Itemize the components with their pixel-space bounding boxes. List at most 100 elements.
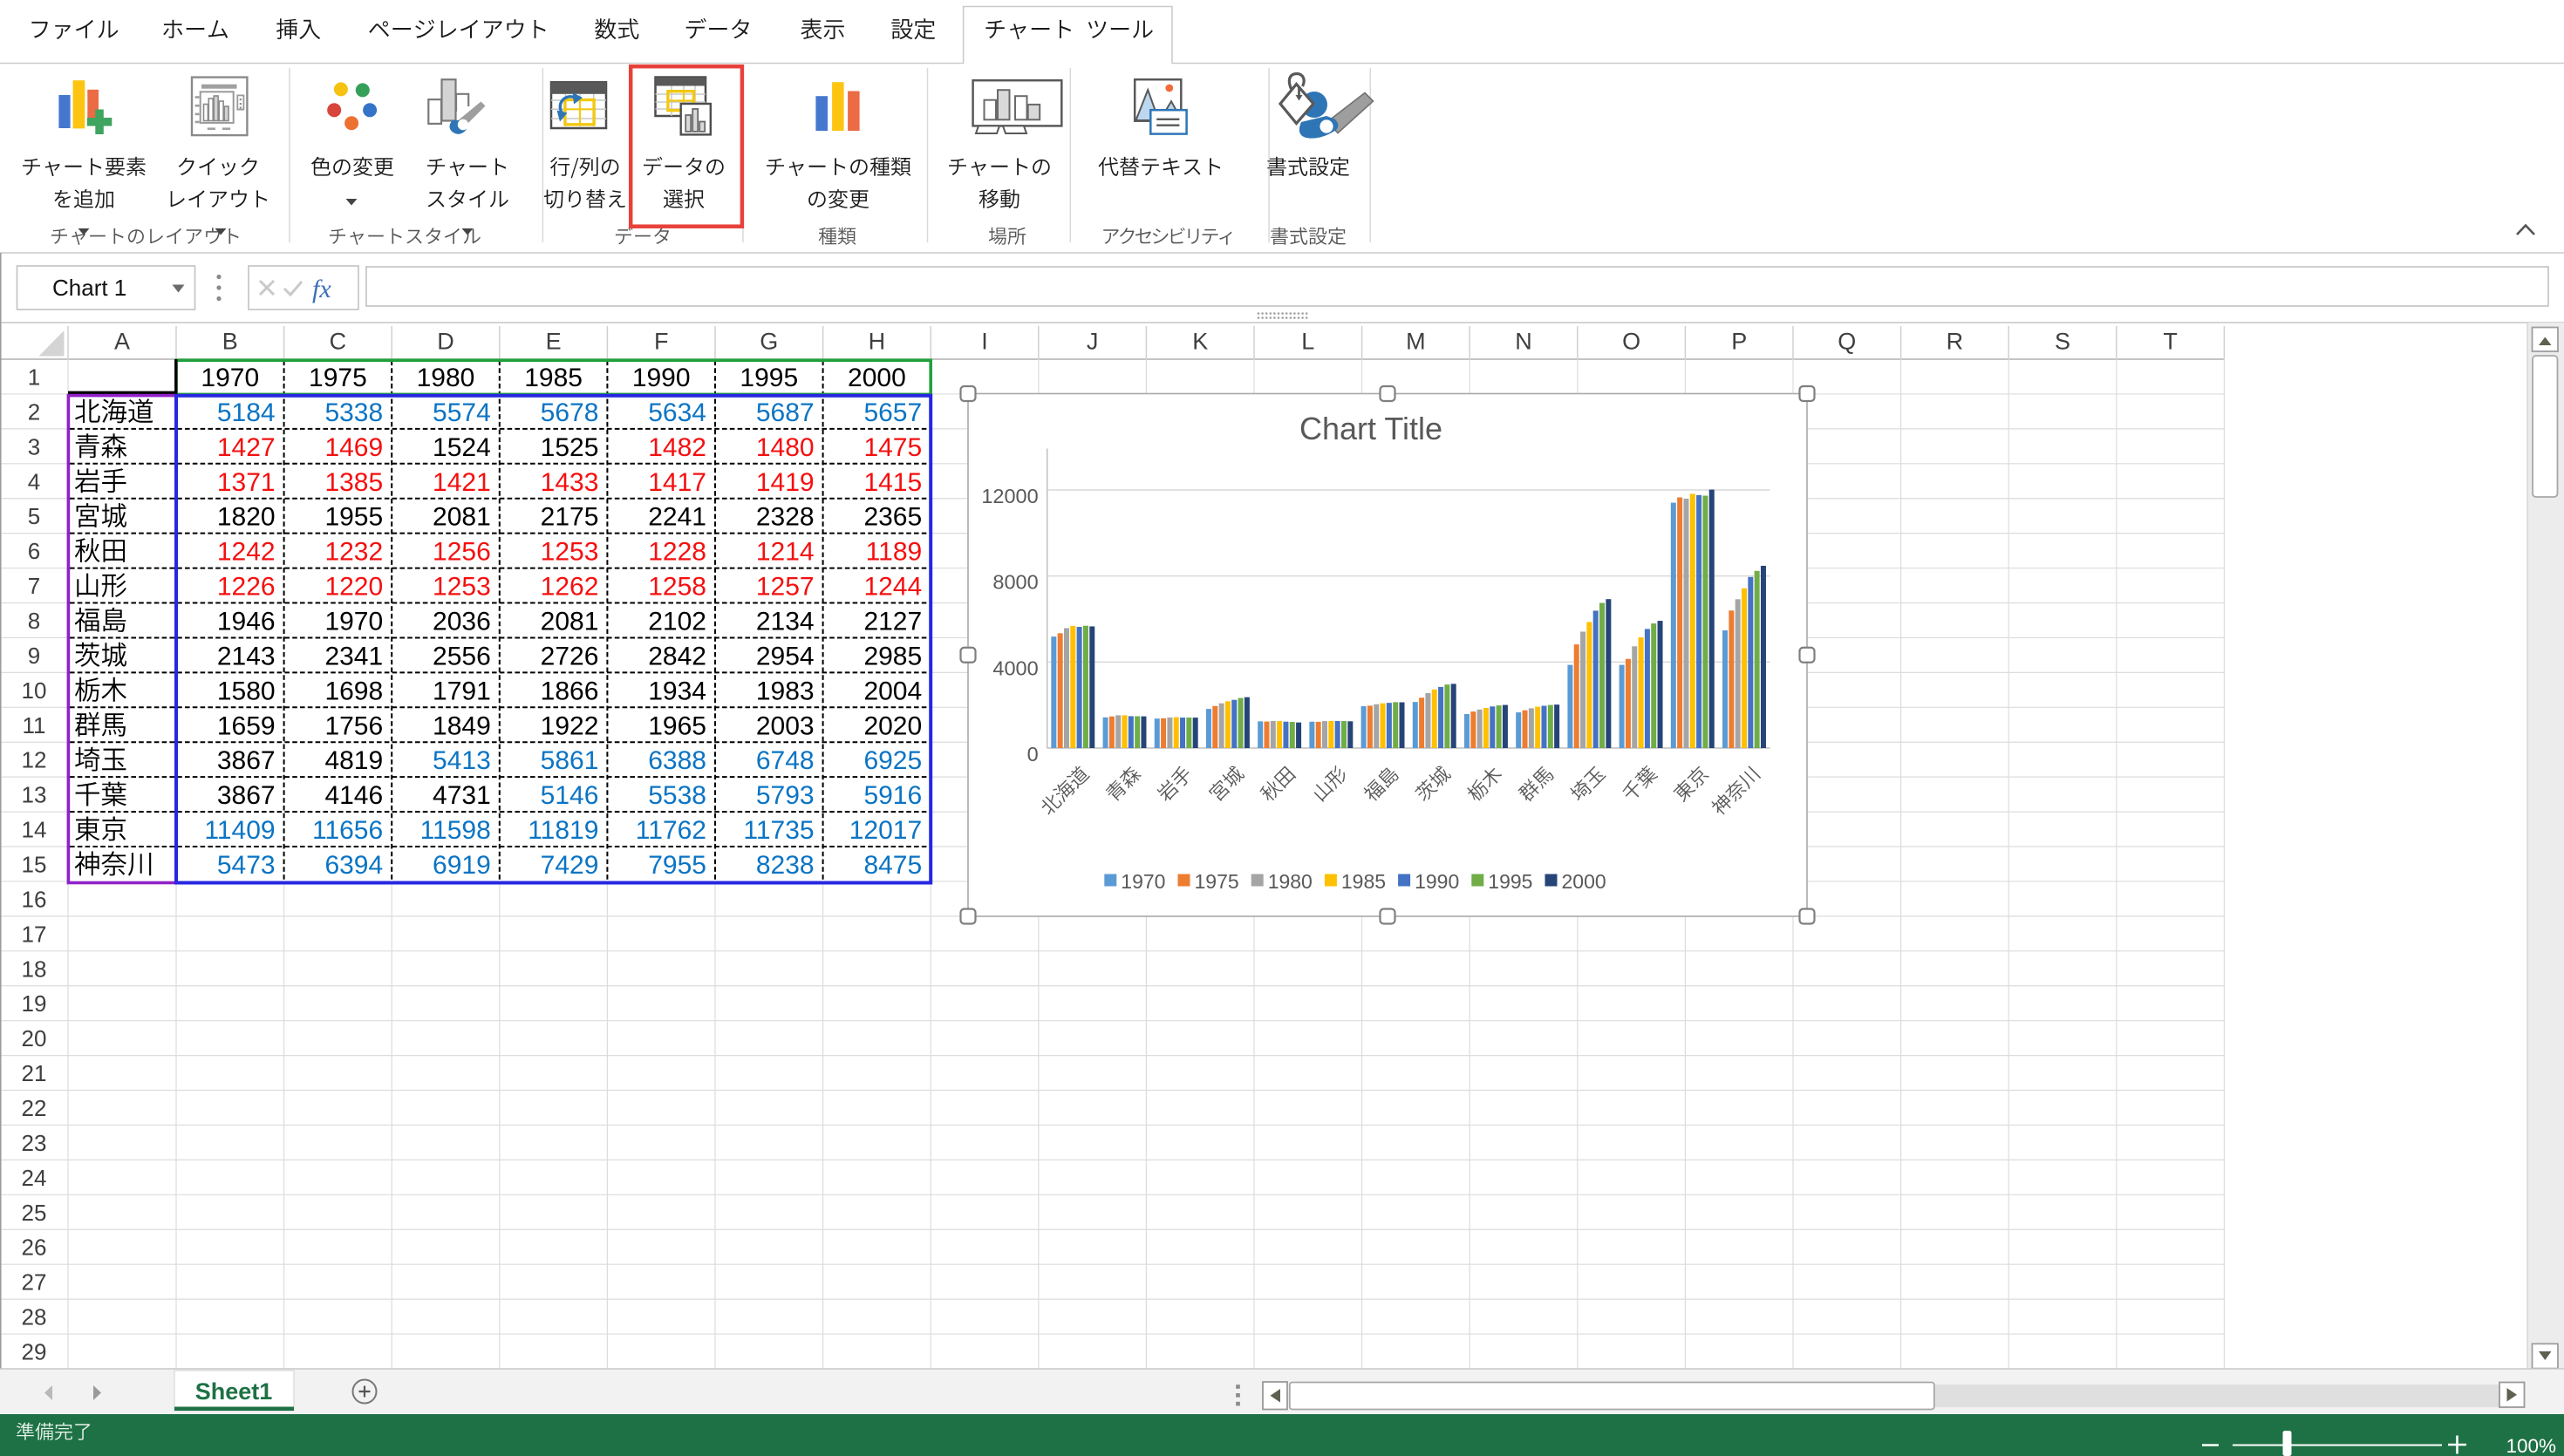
svg-text:1480: 1480 — [756, 433, 815, 462]
svg-text:F: F — [654, 329, 669, 355]
svg-text:5338: 5338 — [324, 398, 383, 427]
svg-text:1253: 1253 — [541, 538, 599, 567]
svg-text:1417: 1417 — [648, 468, 706, 497]
svg-text:2102: 2102 — [648, 607, 706, 636]
svg-text:2020: 2020 — [863, 711, 922, 740]
svg-text:1226: 1226 — [217, 573, 276, 602]
svg-text:7429: 7429 — [541, 851, 599, 880]
svg-text:1970: 1970 — [324, 607, 383, 636]
svg-text:8475: 8475 — [863, 851, 922, 880]
svg-text:5473: 5473 — [217, 851, 276, 880]
svg-text:3867: 3867 — [217, 781, 276, 810]
svg-text:26: 26 — [22, 1235, 47, 1261]
svg-text:1469: 1469 — [324, 433, 383, 462]
svg-text:2000: 2000 — [848, 364, 906, 392]
svg-text:16: 16 — [22, 886, 47, 912]
svg-text:B: B — [222, 329, 238, 355]
svg-text:1189: 1189 — [866, 538, 923, 567]
svg-text:11735: 11735 — [743, 816, 814, 845]
svg-text:3867: 3867 — [217, 746, 276, 775]
svg-text:7: 7 — [28, 573, 40, 599]
svg-text:11819: 11819 — [528, 816, 598, 845]
svg-text:Q: Q — [1838, 329, 1856, 355]
svg-text:6748: 6748 — [756, 746, 815, 775]
svg-text:N: N — [1515, 329, 1532, 355]
svg-text:1975: 1975 — [309, 364, 367, 392]
svg-text:2175: 2175 — [541, 503, 599, 532]
svg-text:K: K — [1192, 329, 1208, 355]
svg-text:12: 12 — [22, 747, 47, 773]
svg-text:1970: 1970 — [1121, 870, 1165, 893]
svg-text:2000: 2000 — [1562, 870, 1606, 893]
svg-text:21: 21 — [22, 1060, 47, 1086]
svg-text:T: T — [2163, 329, 2178, 355]
svg-text:1866: 1866 — [541, 677, 599, 705]
svg-text:8000: 8000 — [992, 571, 1038, 594]
svg-text:fx: fx — [312, 275, 331, 303]
svg-text:20: 20 — [22, 1025, 47, 1051]
svg-text:1659: 1659 — [217, 711, 276, 740]
svg-text:28: 28 — [22, 1304, 47, 1330]
svg-text:1955: 1955 — [324, 503, 383, 532]
svg-text:15: 15 — [22, 851, 47, 877]
svg-text:L: L — [1301, 329, 1314, 355]
svg-text:17: 17 — [22, 921, 47, 947]
svg-text:1983: 1983 — [756, 677, 815, 705]
svg-text:6394: 6394 — [324, 851, 383, 880]
svg-text:D: D — [437, 329, 454, 355]
svg-text:1970: 1970 — [201, 364, 259, 392]
svg-text:6388: 6388 — [648, 746, 706, 775]
svg-text:Chart 1: Chart 1 — [52, 275, 126, 301]
svg-text:9: 9 — [28, 643, 40, 669]
svg-text:2127: 2127 — [863, 607, 922, 636]
svg-text:2985: 2985 — [863, 642, 922, 670]
svg-text:11762: 11762 — [636, 816, 706, 845]
svg-text:5538: 5538 — [648, 781, 706, 810]
svg-text:1965: 1965 — [648, 711, 706, 740]
svg-text:2134: 2134 — [756, 607, 815, 636]
svg-text:1698: 1698 — [324, 677, 383, 705]
svg-text:M: M — [1406, 329, 1426, 355]
svg-text:1975: 1975 — [1195, 870, 1239, 893]
svg-text:3: 3 — [28, 433, 40, 459]
svg-text:5: 5 — [28, 503, 40, 529]
svg-text:1: 1 — [28, 364, 40, 390]
svg-text:11: 11 — [23, 712, 46, 738]
svg-text:6: 6 — [28, 538, 40, 564]
svg-text:23: 23 — [22, 1130, 47, 1156]
svg-text:2036: 2036 — [433, 607, 491, 636]
svg-text:1433: 1433 — [541, 468, 599, 497]
svg-text:S: S — [2055, 329, 2070, 355]
svg-text:2556: 2556 — [433, 642, 491, 670]
svg-text:Sheet1: Sheet1 — [195, 1378, 273, 1405]
svg-text:1232: 1232 — [324, 538, 383, 567]
svg-text:1385: 1385 — [324, 468, 383, 497]
svg-text:1253: 1253 — [433, 573, 491, 602]
svg-text:2954: 2954 — [756, 642, 815, 670]
svg-text:4: 4 — [28, 468, 40, 494]
svg-text:2365: 2365 — [863, 503, 922, 532]
svg-text:1427: 1427 — [217, 433, 276, 462]
svg-text:1262: 1262 — [541, 573, 599, 602]
svg-text:Chart Title: Chart Title — [1299, 411, 1442, 446]
svg-text:1525: 1525 — [541, 433, 599, 462]
svg-text:18: 18 — [22, 956, 47, 982]
svg-text:1242: 1242 — [217, 538, 276, 567]
svg-text:6919: 6919 — [433, 851, 491, 880]
svg-text:1475: 1475 — [863, 433, 922, 462]
svg-text:I: I — [981, 329, 988, 355]
svg-text:12017: 12017 — [849, 816, 922, 845]
svg-text:1371: 1371 — [217, 468, 276, 497]
svg-text:1415: 1415 — [863, 468, 922, 497]
svg-text:5916: 5916 — [863, 781, 922, 810]
svg-text:13: 13 — [22, 782, 47, 808]
svg-text:E: E — [546, 329, 562, 355]
svg-text:1214: 1214 — [756, 538, 815, 567]
svg-text:1257: 1257 — [756, 573, 815, 602]
svg-text:1524: 1524 — [433, 433, 491, 462]
svg-text:H: H — [869, 329, 886, 355]
svg-text:2842: 2842 — [648, 642, 706, 670]
svg-text:1580: 1580 — [217, 677, 276, 705]
svg-text:2328: 2328 — [756, 503, 815, 532]
svg-text:5634: 5634 — [648, 398, 706, 427]
